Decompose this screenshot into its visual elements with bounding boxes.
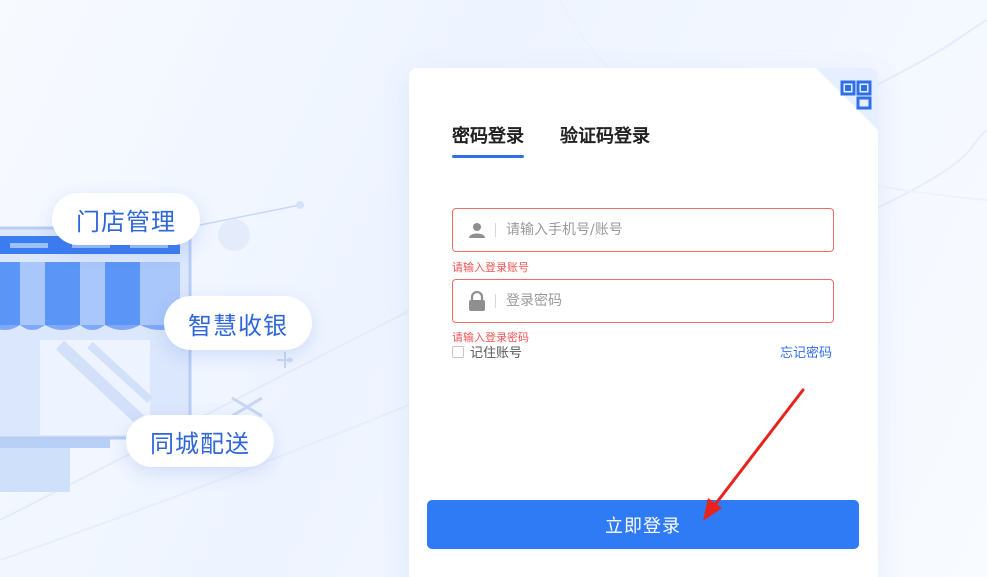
- account-input[interactable]: [506, 210, 833, 250]
- pill-label: 门店管理: [76, 207, 176, 236]
- password-field[interactable]: [452, 279, 834, 323]
- field-separator: [495, 294, 496, 308]
- store-illustration: 门店管理 智慧收银 同城配送: [0, 0, 400, 577]
- pill-label: 智慧收银: [188, 311, 288, 340]
- account-field[interactable]: [452, 208, 834, 252]
- checkbox-box[interactable]: [452, 345, 464, 358]
- account-error-text: 请输入登录账号: [452, 261, 529, 274]
- forgot-password-link[interactable]: 忘记密码: [780, 342, 832, 361]
- field-separator: [495, 223, 496, 237]
- feature-pill-city-delivery: 同城配送: [126, 415, 274, 467]
- pill-label: 同城配送: [150, 429, 250, 458]
- login-tabs: 密码登录 验证码登录: [452, 122, 650, 158]
- lock-icon: [459, 291, 495, 311]
- user-icon: [459, 221, 495, 239]
- tab-password-login[interactable]: 密码登录: [452, 122, 524, 158]
- password-input[interactable]: [506, 281, 833, 321]
- qr-code-icon[interactable]: [816, 68, 878, 130]
- feature-pill-store-management: 门店管理: [52, 193, 200, 245]
- login-button[interactable]: 立即登录: [427, 500, 859, 549]
- remember-label: 记住账号: [470, 346, 523, 361]
- tab-code-login[interactable]: 验证码登录: [560, 122, 650, 158]
- storefront-graphic: [0, 201, 304, 492]
- feature-pill-smart-cashier: 智慧收银: [164, 296, 312, 350]
- remember-account-checkbox[interactable]: 记住账号: [452, 342, 522, 361]
